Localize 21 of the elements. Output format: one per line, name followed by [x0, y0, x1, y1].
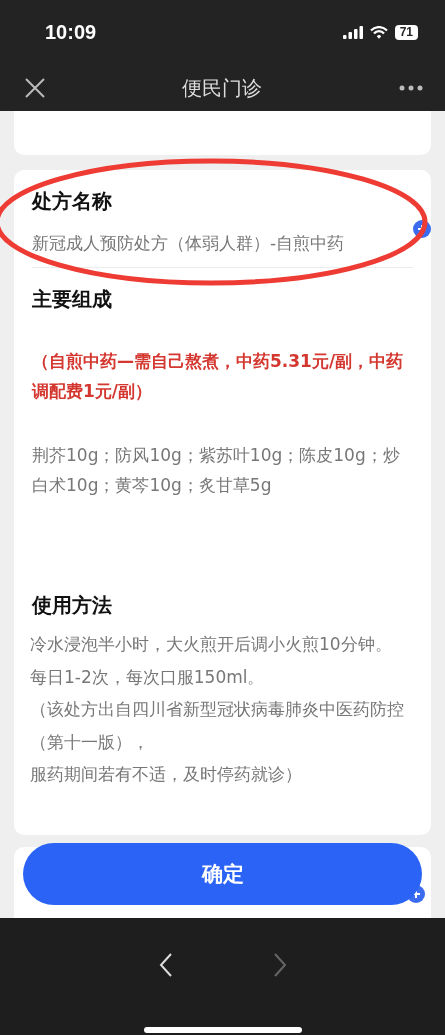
ingredients-text: 荆芥10g；防风10g；紫苏叶10g；陈皮10g；炒白术10g；黄芩10g；炙甘草5g [32, 444, 401, 497]
prescription-name: 新冠成人预防处方（体弱人群）-自煎中药 [32, 232, 346, 255]
section-heading: 主要组成 [32, 286, 113, 313]
signal-icon [342, 26, 363, 39]
section-heading: 使用方法 [32, 592, 113, 619]
more-icon[interactable] [399, 85, 423, 91]
add-icon[interactable] [413, 220, 431, 238]
usage-text: （第十一版）， [30, 730, 150, 754]
page-title: 便民门诊 [182, 74, 262, 102]
usage-text: 服药期间若有不适，及时停药就诊） [30, 763, 303, 786]
back-icon[interactable] [158, 953, 173, 977]
usage-text: （该处方出自四川省新型冠状病毒肺炎中医药防控 [30, 698, 405, 721]
status-time: 10:09 [45, 21, 97, 44]
battery-indicator: 71 [394, 25, 418, 40]
wifi-icon [369, 26, 388, 39]
usage-text: 每日1-2次，每次口服150ml。 [30, 665, 266, 689]
confirm-button[interactable]: 确定 [23, 843, 422, 905]
price-note: （自煎中药—需自己熬煮，中药5.31元/副，中药调配费1元/副） [32, 350, 405, 403]
usage-text: 冷水浸泡半小时，大火煎开后调小火煎10分钟。 [30, 633, 393, 656]
section-heading: 处方名称 [32, 188, 113, 215]
close-icon[interactable] [25, 78, 45, 98]
